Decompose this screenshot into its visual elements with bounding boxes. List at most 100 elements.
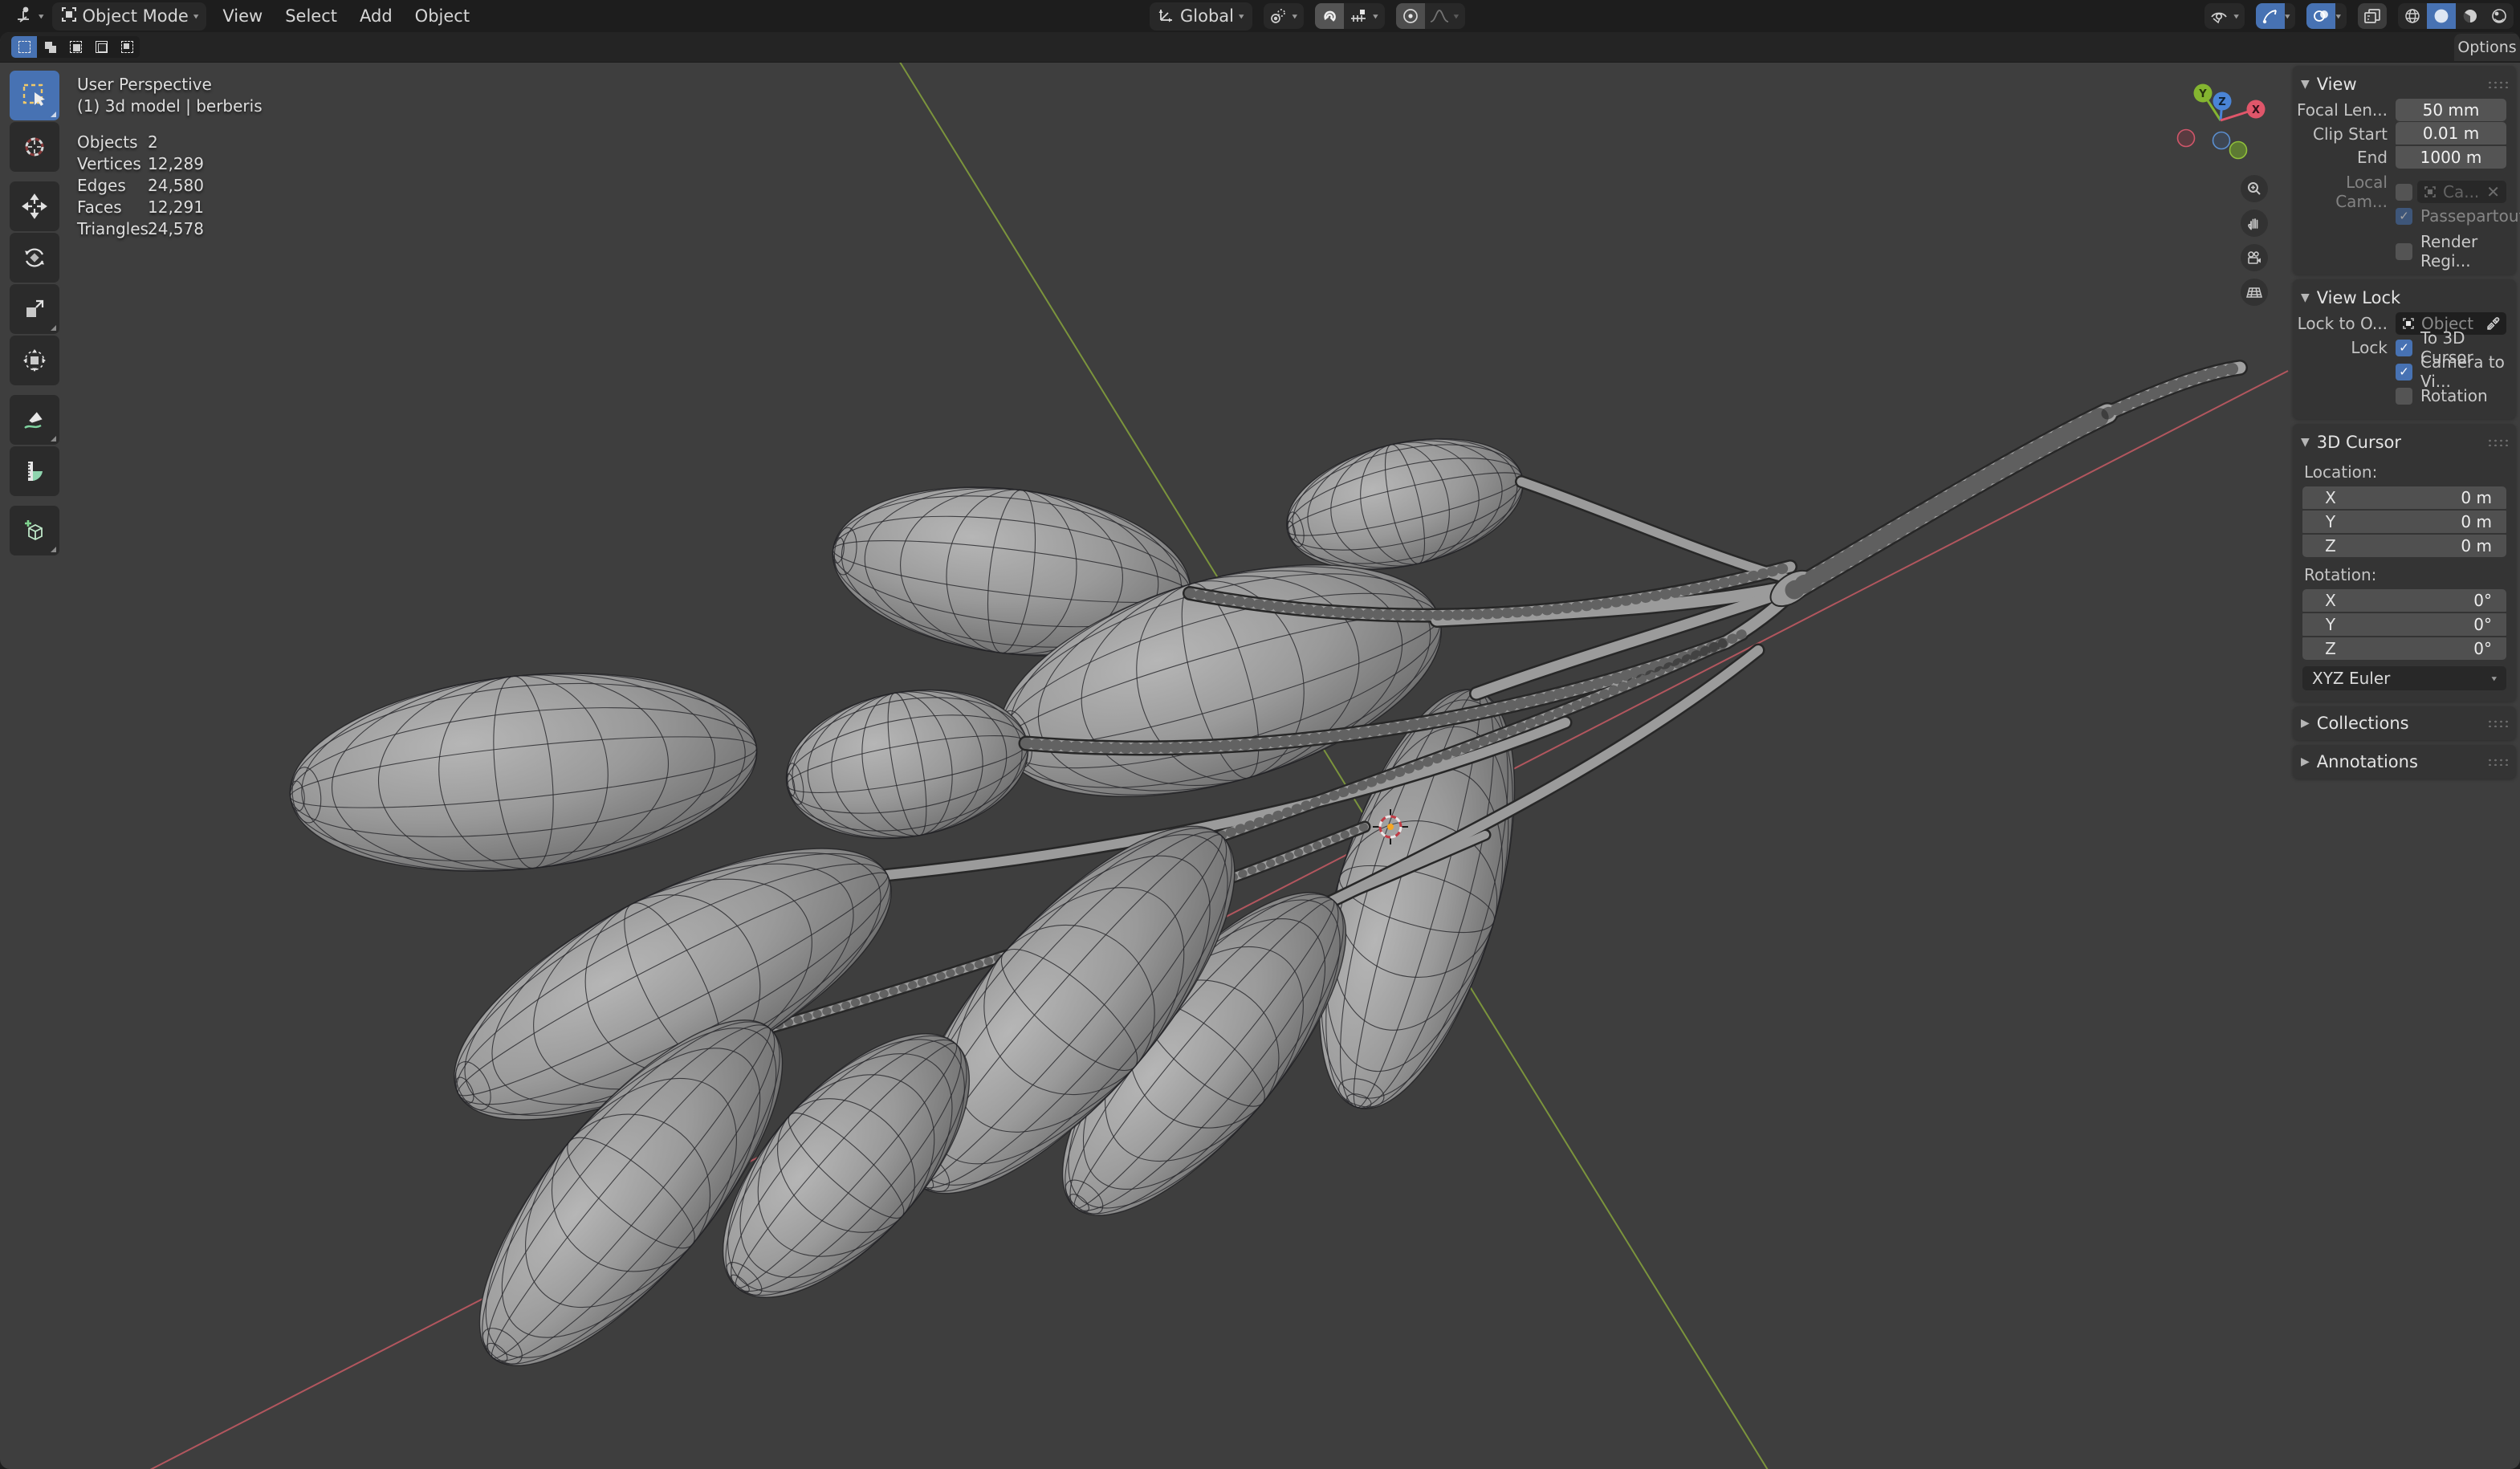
shading-wireframe-button[interactable] [2398, 3, 2427, 29]
select-mode-subtract-button[interactable] [63, 36, 88, 58]
shading-solid-button[interactable] [2427, 3, 2456, 29]
proportional-falloff-dropdown[interactable] [1425, 3, 1454, 29]
zoom-button[interactable] [2241, 175, 2268, 202]
panel-annotations-header[interactable]: ▶ Annotations [2293, 748, 2516, 775]
panel-view-lock-header[interactable]: ▼ View Lock [2293, 284, 2516, 311]
tool-select-box[interactable] [10, 71, 59, 120]
tool-move[interactable] [10, 181, 59, 231]
menu-select[interactable]: Select [274, 3, 348, 29]
shading-material-button[interactable] [2456, 3, 2485, 29]
stat-row: Vertices 12,289 [77, 154, 204, 173]
navigation-gizmo[interactable]: Y Z X [2161, 56, 2282, 177]
mode-label: Object Mode [82, 6, 189, 26]
menu-view[interactable]: View [211, 3, 274, 29]
tool-rotate[interactable] [10, 233, 59, 283]
gizmo-axis-negx[interactable] [2176, 128, 2196, 148]
camera-name: Ca... [2443, 182, 2480, 201]
toolbar [10, 71, 59, 557]
options-label: Options [2457, 39, 2517, 56]
cursor-rotation-x-field[interactable]: X 0° [2302, 589, 2506, 612]
clear-icon[interactable]: ✕ [2486, 182, 2500, 201]
drag-handle-icon[interactable] [2487, 758, 2508, 766]
pivot-point-icon [1264, 3, 1293, 29]
panel-3d-cursor-header[interactable]: ▼ 3D Cursor [2293, 429, 2516, 456]
tool-measure[interactable] [10, 446, 59, 496]
xray-toggle[interactable] [2358, 3, 2387, 29]
focal-length-field[interactable]: 50 mm [2396, 99, 2506, 121]
viewport-canvas[interactable] [0, 32, 2520, 1469]
tool-scale[interactable] [10, 284, 59, 334]
viewport-3d[interactable]: Options User Perspective (1) 3d model | … [0, 32, 2520, 1469]
panel-title: Collections [2316, 714, 2409, 733]
menu-object[interactable]: Object [404, 3, 481, 29]
visibility-dropdown[interactable]: ▾ [2204, 3, 2245, 29]
chevron-down-icon: ▼ [2301, 78, 2310, 91]
chevron-right-icon: ▶ [2301, 717, 2310, 730]
rotation-mode-dropdown[interactable]: XYZ Euler ▾ [2302, 666, 2506, 690]
chevron-down-icon: ▾ [1453, 11, 1459, 21]
mode-dropdown[interactable]: Object Mode ▾ [51, 2, 207, 31]
tool-add-primitive[interactable] [10, 506, 59, 555]
clip-start-field[interactable]: 0.01 m [2396, 122, 2506, 144]
gizmo-y-label: Y [2198, 88, 2207, 100]
camera-view-button[interactable] [2241, 244, 2268, 271]
chevron-down-icon: ▾ [2284, 11, 2290, 21]
drag-handle-icon[interactable] [2487, 719, 2508, 727]
lock-3d-cursor-checkbox[interactable] [2396, 339, 2412, 356]
select-mode-intersect-button[interactable] [114, 36, 140, 58]
panel-3d-cursor: ▼ 3D Cursor Location: X 0 m Y 0 m Z 0 m … [2293, 424, 2516, 702]
camera-to-view-label: Camera to Vi... [2420, 352, 2505, 391]
menu-add[interactable]: Add [348, 3, 404, 29]
clip-end-label: End [2356, 147, 2388, 167]
show-overlays-toggle[interactable] [2306, 3, 2336, 29]
proportional-edit-toggle[interactable] [1395, 3, 1425, 29]
panel-title: View [2316, 75, 2357, 94]
tool-cursor[interactable] [10, 122, 59, 172]
blender-window: { "header": { "mode": "Object Mode", "me… [0, 0, 2520, 1469]
eye-icon [2204, 3, 2233, 29]
cursor-rotation-y-field[interactable]: Y 0° [2302, 613, 2506, 636]
pivot-point-dropdown[interactable]: ▾ [1263, 3, 1305, 29]
drag-handle-icon[interactable] [2487, 80, 2508, 88]
drag-handle-icon[interactable] [2487, 438, 2508, 446]
shading-rendered-button[interactable] [2485, 3, 2514, 29]
passepartout-checkbox[interactable] [2396, 207, 2412, 225]
camera-to-view-checkbox[interactable] [2396, 363, 2412, 380]
gizmo-axis-negz[interactable] [2212, 131, 2231, 150]
chevron-down-icon: ▾ [2335, 11, 2341, 21]
chevron-down-icon: ▾ [39, 11, 44, 21]
pan-button[interactable] [2241, 210, 2268, 237]
local-camera-checkbox[interactable] [2396, 183, 2412, 201]
view-name: User Perspective [77, 75, 212, 94]
tool-annotate[interactable] [10, 395, 59, 445]
options-dropdown[interactable]: Options [2454, 34, 2520, 61]
show-gizmo-toggle[interactable] [2255, 3, 2285, 29]
overlays-controls: ▾ [2306, 3, 2347, 29]
editor-type-button[interactable]: ▾ [6, 2, 52, 31]
xray-icon [2358, 3, 2387, 29]
chevron-down-icon: ▼ [2301, 436, 2310, 449]
local-camera-field[interactable]: Ca... ✕ [2417, 181, 2506, 203]
snap-controls: ▾ [1315, 3, 1385, 29]
lock-rotation-checkbox[interactable] [2396, 387, 2412, 405]
transform-orientation-dropdown[interactable]: Global ▾ [1150, 2, 1252, 31]
perspective-toggle-button[interactable] [2241, 279, 2268, 306]
chevron-down-icon: ▾ [193, 11, 199, 21]
select-mode-extend-button[interactable] [37, 36, 63, 58]
object-brackets-icon [2403, 318, 2414, 329]
snap-toggle[interactable] [1315, 3, 1345, 29]
cursor-location-y-field[interactable]: Y 0 m [2302, 511, 2506, 533]
select-mode-set-button[interactable] [11, 36, 37, 58]
clip-end-field[interactable]: 1000 m [2396, 145, 2506, 169]
cursor-location-x-field[interactable]: X 0 m [2302, 486, 2506, 509]
cursor-location-z-field[interactable]: Z 0 m [2302, 535, 2506, 557]
tool-transform[interactable] [10, 336, 59, 385]
panel-view-header[interactable]: ▼ View [2293, 71, 2516, 98]
panel-collections-header[interactable]: ▶ Collections [2293, 710, 2516, 737]
gizmos-controls: ▾ [2255, 3, 2296, 29]
cursor-rotation-z-field[interactable]: Z 0° [2302, 637, 2506, 660]
select-mode-invert-button[interactable] [88, 36, 114, 58]
render-region-checkbox[interactable] [2396, 242, 2412, 260]
gizmo-axis-negy[interactable] [2229, 140, 2248, 160]
snap-target-dropdown[interactable] [1344, 3, 1373, 29]
